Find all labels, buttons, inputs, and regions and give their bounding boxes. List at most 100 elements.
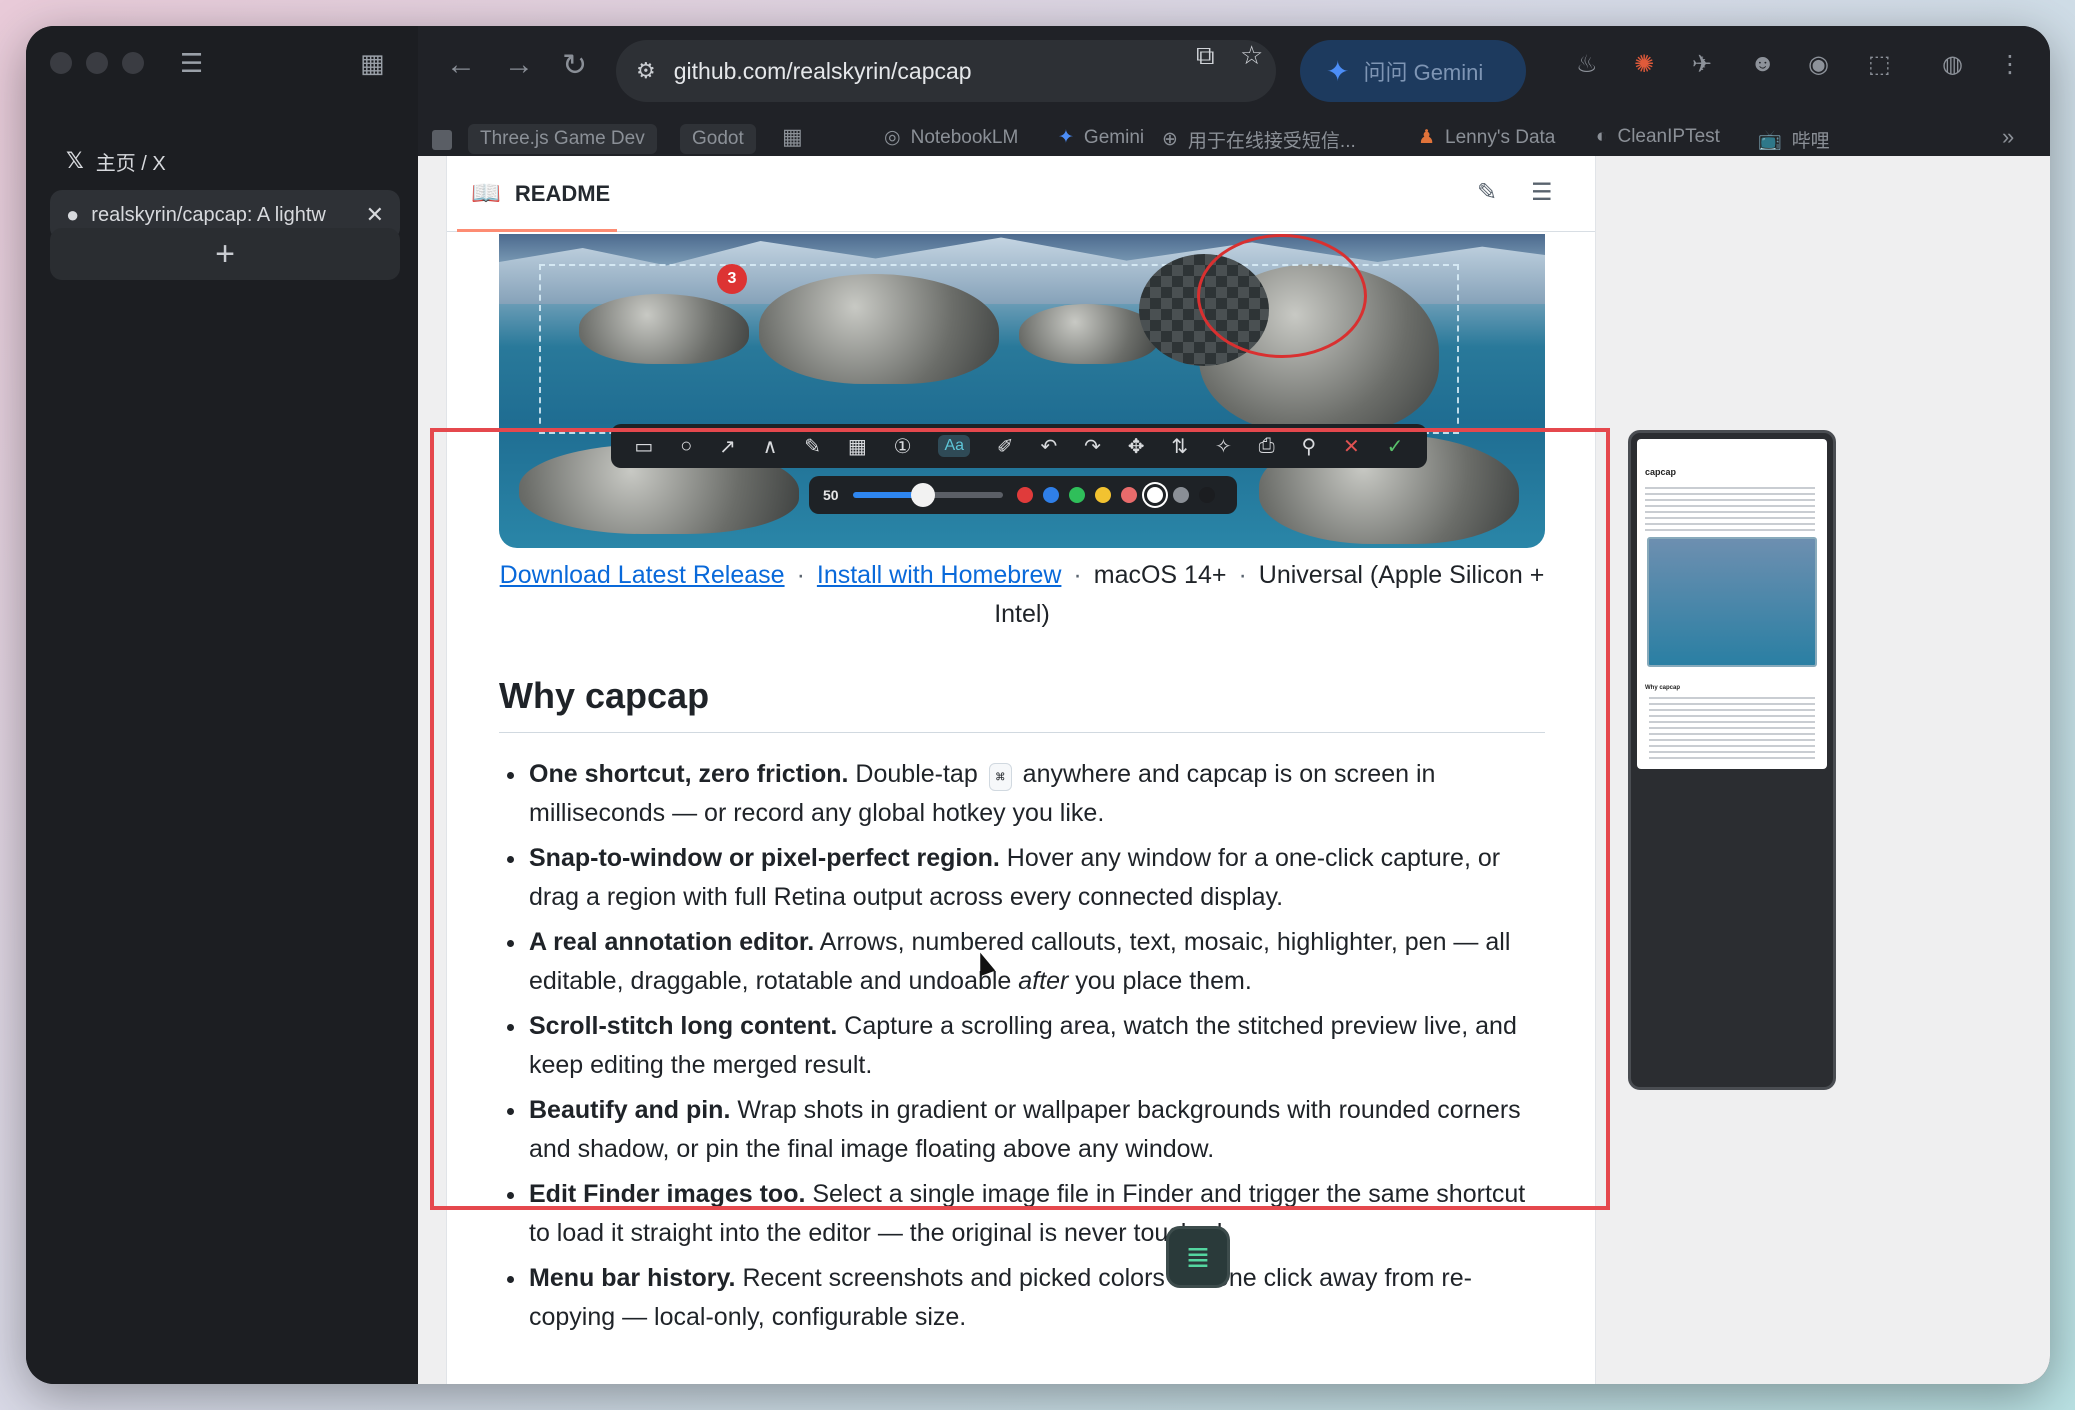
minimize-window-button[interactable] — [86, 52, 108, 74]
ellipse-tool-icon: ○ — [680, 434, 693, 457]
bookmark-label: NotebookLM — [910, 126, 1019, 148]
magic-icon: ✧ — [1215, 435, 1232, 458]
pen-tool-icon: ✎ — [804, 435, 822, 458]
mosaic-tool-icon: ▦ — [847, 435, 867, 458]
reload-icon[interactable]: ↻ — [562, 48, 587, 83]
readme-header: 📖 README ✎ ☰ — [447, 156, 1595, 232]
bookmark-apps-icon[interactable]: ▦ — [782, 124, 803, 150]
tab-label: 主页 / X — [95, 152, 166, 175]
new-tab-button[interactable]: + — [50, 228, 400, 280]
plus-circle-icon: ⊕ — [1162, 129, 1178, 150]
list-item: One shortcut, zero friction. Double-tap … — [507, 755, 1545, 833]
list-item: Menu bar history. Recent screenshots and… — [507, 1259, 1545, 1337]
feature-title: Menu bar history. — [529, 1264, 736, 1292]
color-swatch — [1198, 487, 1215, 503]
edit-pencil-icon[interactable]: ✎ — [1477, 178, 1497, 207]
lenny-icon: ♟ — [1418, 127, 1436, 148]
bookmark-label: Godot — [692, 128, 744, 149]
extension-circle-icon[interactable]: ◉ — [1808, 50, 1829, 79]
bookmark-label: 哔哩 — [1791, 131, 1830, 152]
bookmarks-overflow-icon[interactable]: » — [2002, 124, 2014, 150]
bookmark-lennys-data[interactable]: ♟ Lenny's Data — [1418, 126, 1555, 149]
back-icon[interactable]: ← — [446, 48, 476, 82]
bookmark-gemini[interactable]: ✦ Gemini — [1058, 126, 1144, 149]
extension-burst-icon[interactable]: ✺ — [1634, 50, 1654, 79]
address-bar[interactable]: ⚙ github.com/realskyrin/capcap — [616, 40, 1276, 102]
redo-icon: ↷ — [1084, 435, 1101, 458]
readme-body: Download Latest Release · Install with Hom… — [499, 556, 1545, 1343]
color-palette — [1016, 487, 1215, 503]
ask-gemini-label: 问问 Gemini — [1363, 60, 1484, 85]
zoom-window-button[interactable] — [122, 52, 144, 74]
hero-screenshot: 3 ▭ ○ ↗ ∧ ✎ ▦ ① Aa ✐ ↶ ↷ ✥ ⇅ ✧ ⎙ ⚲ ✕ ✓ 5… — [499, 234, 1545, 548]
forward-icon[interactable]: → — [504, 48, 534, 82]
window-controls — [50, 52, 144, 74]
menu-kebab-icon[interactable]: ⋮ — [1998, 50, 2022, 79]
bookmark-folder-icon[interactable] — [432, 130, 452, 150]
site-settings-icon[interactable]: ⚙ — [636, 58, 656, 84]
feature-text: Double-tap — [848, 760, 985, 788]
confirm-check-icon: ✓ — [1386, 435, 1404, 458]
color-swatch — [1120, 487, 1137, 503]
extension-flame-icon[interactable]: ♨ — [1576, 50, 1598, 79]
rectangle-tool-icon: ▭ — [634, 435, 654, 458]
preview-title: capcap — [1645, 467, 1677, 477]
bookmark-label: CleanIPTest — [1617, 126, 1720, 147]
release-links-line: Download Latest Release · Install with Hom… — [499, 556, 1545, 634]
color-swatch — [1068, 487, 1085, 503]
bookmark-godot[interactable]: Godot — [680, 124, 756, 154]
list-item: Edit Finder images too. Select a single … — [507, 1175, 1545, 1253]
bookmark-bilibili[interactable]: 📺 哔哩 — [1758, 126, 1830, 153]
feature-title: Scroll-stitch long content. — [529, 1012, 838, 1040]
color-swatch — [1146, 487, 1163, 503]
tab-grid-icon[interactable]: ▦ — [360, 50, 385, 76]
collapse-sidebar-icon[interactable]: ☰ — [180, 50, 203, 76]
slider-thumb — [910, 483, 935, 507]
capture-toolbar: ▭ ○ ↗ ∧ ✎ ▦ ① Aa ✐ ↶ ↷ ✥ ⇅ ✧ ⎙ ⚲ ✕ ✓ — [611, 424, 1427, 468]
feature-title: One shortcut, zero friction. — [529, 760, 849, 788]
separator: · — [796, 561, 805, 589]
feature-title: Snap-to-window or pixel-perfect region. — [529, 844, 1000, 872]
github-icon: ● — [66, 202, 80, 227]
stroke-options-bar: 50 — [809, 476, 1237, 514]
bookmark-threejs[interactable]: Three.js Game Dev — [468, 124, 657, 154]
arrow-tool-icon: ↗ — [719, 435, 736, 458]
preview-text-lines — [1649, 697, 1815, 763]
bilibili-icon: 📺 — [1758, 129, 1782, 151]
ellipse-annotation — [1197, 234, 1367, 358]
bookmark-cleaniptest[interactable]: ◐ CleanIPTest — [1596, 126, 1720, 148]
close-window-button[interactable] — [50, 52, 72, 74]
close-tab-icon[interactable]: ✕ — [366, 202, 384, 228]
readme-tab-underline — [457, 229, 617, 232]
install-app-icon[interactable]: ⧉ — [1196, 40, 1215, 72]
install-homebrew-link[interactable]: Install with Homebrew — [817, 561, 1062, 589]
separator: · — [1073, 561, 1082, 589]
floating-outline-button[interactable]: ≣ — [1166, 1226, 1230, 1288]
tab-label: realskyrin/capcap: A lightw — [91, 203, 326, 226]
bookmark-sms[interactable]: ⊕ 用于在线接受短信... — [1162, 126, 1356, 153]
sidebar-tab-x[interactable]: 𝕏 主页 / X — [50, 136, 182, 186]
pin-icon: ⚲ — [1301, 435, 1317, 458]
extension-bird-icon[interactable]: ✈ — [1692, 50, 1712, 79]
macos-requirement: macOS 14+ — [1093, 561, 1227, 589]
bookmark-star-icon[interactable]: ☆ — [1240, 40, 1263, 71]
outline-list-icon[interactable]: ☰ — [1531, 178, 1553, 207]
color-swatch — [1016, 487, 1033, 503]
preview-hero-image — [1647, 537, 1817, 667]
profile-avatar[interactable]: ◍ — [1942, 50, 1963, 79]
download-latest-release-link[interactable]: Download Latest Release — [500, 561, 785, 589]
bookmark-label: Lenny's Data — [1445, 126, 1556, 148]
feature-emphasis: after — [1018, 967, 1069, 995]
extension-mask-icon[interactable]: ☻ — [1750, 50, 1775, 78]
numbered-callout: 3 — [717, 264, 747, 294]
command-key-kbd: ⌘ — [988, 763, 1012, 791]
url-text[interactable]: github.com/realskyrin/capcap — [674, 58, 972, 85]
extensions-puzzle-icon[interactable]: ⬚ — [1868, 50, 1891, 79]
preview-heading: Why capcap — [1645, 685, 1681, 691]
feature-title: Beautify and pin. — [529, 1096, 731, 1124]
ask-gemini-button[interactable]: ✦ 问问 Gemini — [1300, 40, 1526, 102]
stroke-size-value: 50 — [823, 487, 839, 503]
vertical-tab-sidebar: ☰ ▦ 𝕏 主页 / X ● realskyrin/capcap: A ligh… — [26, 26, 418, 1384]
bookmark-notebooklm[interactable]: ◎ NotebookLM — [884, 126, 1018, 149]
why-capcap-heading: Why capcap — [499, 674, 1545, 733]
